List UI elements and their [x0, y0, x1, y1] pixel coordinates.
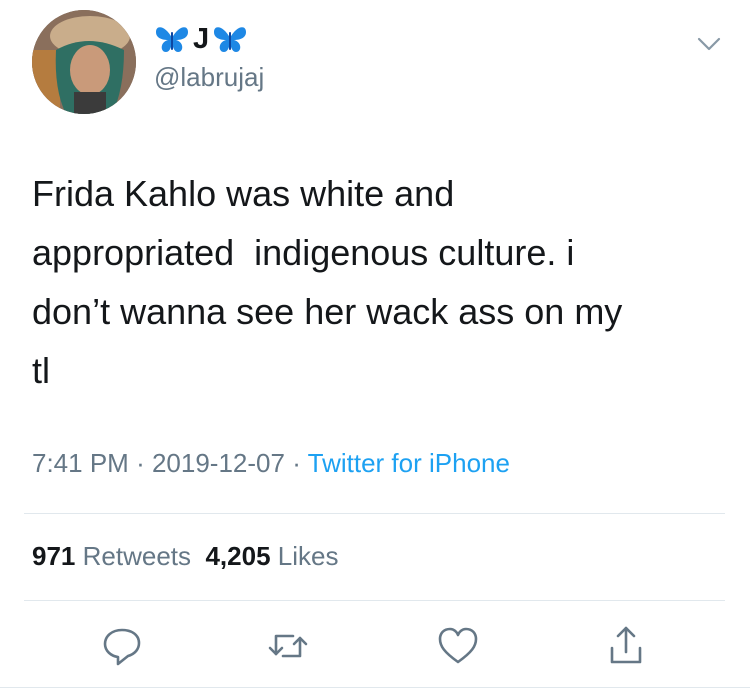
share-button[interactable]: [598, 618, 654, 674]
blue-butterfly-icon: [154, 24, 190, 54]
display-name[interactable]: J: [154, 20, 248, 58]
avatar-image: [32, 10, 136, 114]
tweet-stats: 971 Retweets 4,205 Likes: [32, 538, 338, 574]
share-icon: [610, 626, 642, 664]
chevron-down-icon[interactable]: [697, 36, 721, 52]
user-handle[interactable]: @labrujaj: [154, 62, 264, 92]
retweets-stat[interactable]: 971 Retweets: [32, 541, 191, 571]
reply-button[interactable]: [94, 618, 150, 674]
avatar[interactable]: [32, 10, 136, 114]
tweet-source-link[interactable]: Twitter for iPhone: [308, 448, 510, 478]
blue-butterfly-icon: [212, 24, 248, 54]
likes-count: 4,205: [205, 541, 271, 571]
display-name-letter: J: [193, 23, 210, 55]
likes-stat[interactable]: 4,205 Likes: [205, 541, 338, 571]
retweet-button[interactable]: [260, 618, 316, 674]
tweet-text: Frida Kahlo was white and appropriated i…: [32, 173, 623, 391]
divider: [24, 600, 725, 601]
retweets-count: 971: [32, 541, 76, 571]
tweet-actions: [0, 618, 750, 674]
heart-icon: [438, 627, 478, 664]
likes-label: Likes: [277, 541, 339, 571]
like-button[interactable]: [430, 618, 486, 674]
retweets-label: Retweets: [82, 541, 192, 571]
reply-icon: [103, 628, 141, 666]
tweet-time: 7:41 PM: [32, 448, 129, 478]
tweet-meta: 7:41 PM · 2019-12-07 · Twitter for iPhon…: [32, 446, 510, 480]
divider: [24, 513, 725, 514]
retweet-icon: [268, 634, 308, 658]
tweet-date: 2019-12-07: [151, 448, 285, 478]
divider: [0, 687, 750, 688]
meta-separator: ·: [292, 448, 301, 478]
meta-separator: ·: [136, 448, 145, 478]
